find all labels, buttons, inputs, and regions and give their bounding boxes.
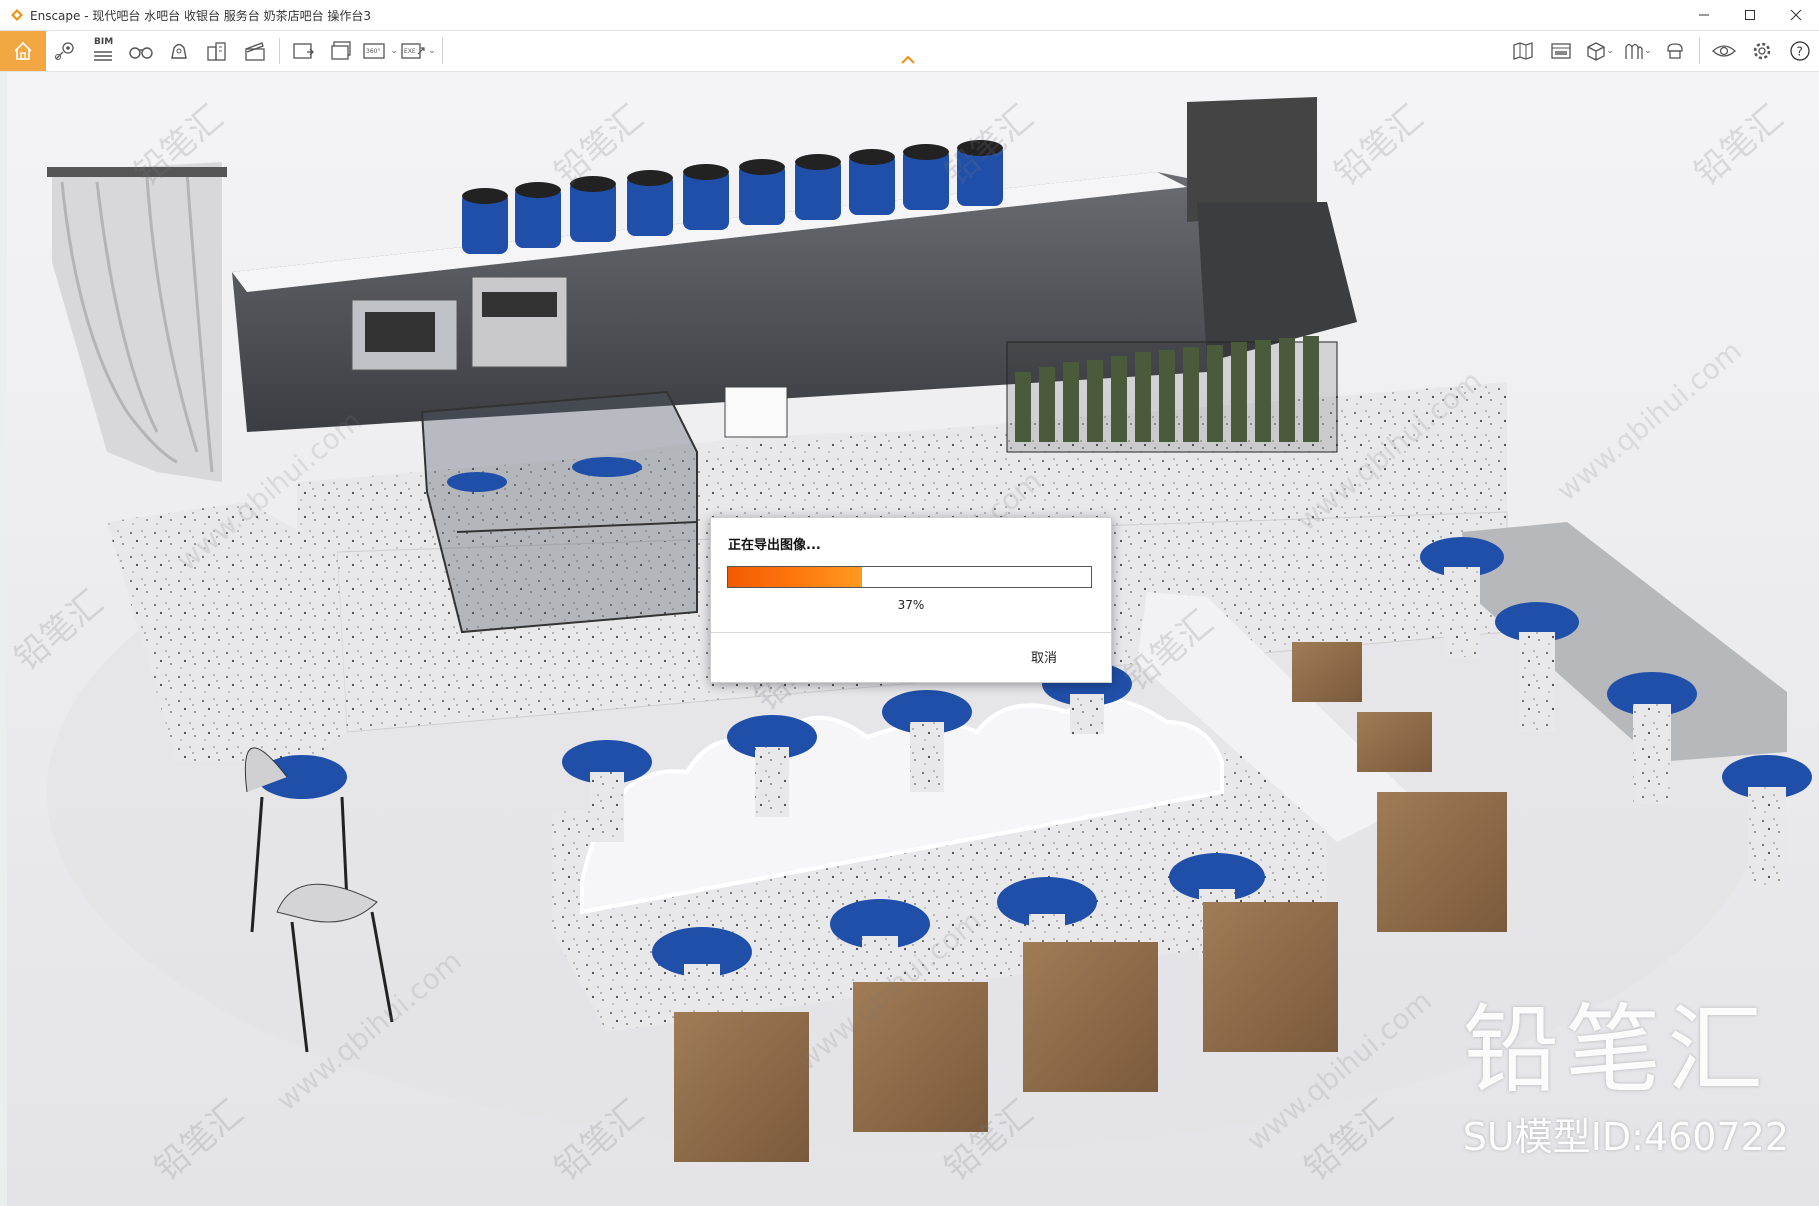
bell-icon	[171, 43, 187, 59]
export-exe-icon: EXE	[401, 43, 425, 59]
close-icon	[1790, 9, 1802, 21]
video-editor-button[interactable]	[1542, 31, 1580, 71]
chevron-down-icon: ⌄	[428, 46, 436, 56]
cube-icon	[1587, 42, 1605, 61]
maximize-icon	[1745, 10, 1755, 20]
progress-percentage: 37%	[897, 598, 925, 612]
upload-button[interactable]	[1656, 31, 1694, 71]
binoculars-button[interactable]	[122, 31, 160, 71]
progress-bar	[727, 566, 1092, 588]
location-pin-icon	[55, 42, 74, 60]
model-id-watermark: SU模型ID:460722	[1462, 1115, 1789, 1159]
panorama-button[interactable]: 360° ⌄	[361, 31, 399, 71]
bim-button[interactable]: BIM	[84, 31, 122, 71]
batch-render-button[interactable]	[323, 31, 361, 71]
brand-watermark: 铅笔汇	[1463, 994, 1769, 1106]
svg-text:?: ?	[1797, 45, 1803, 59]
map-icon	[1513, 42, 1533, 60]
binoculars-icon	[129, 47, 153, 59]
panorama-icon: 360°	[363, 43, 385, 59]
settings-gear-icon	[1753, 42, 1771, 60]
dialog-title: 正在导出图像...	[728, 538, 821, 553]
asset-library-icon	[1625, 43, 1643, 59]
minimize-button[interactable]	[1681, 0, 1727, 30]
dialog-divider	[711, 632, 1111, 633]
collapse-toolbar-chevron-icon[interactable]	[900, 55, 916, 65]
coffee-machine	[471, 276, 568, 368]
render-image-button[interactable]	[285, 31, 323, 71]
home-button[interactable]	[0, 31, 46, 71]
maximize-button[interactable]	[1727, 0, 1773, 30]
progress-fill	[728, 567, 863, 587]
window-title: Enscape - 现代吧台 水吧台 收银台 服务台 奶茶店吧台 操作台3	[30, 8, 372, 23]
toolbar-divider	[1699, 38, 1700, 64]
chevron-down-icon: ⌄	[1644, 46, 1652, 56]
watermark-brand: 铅笔汇	[1687, 98, 1791, 194]
close-button[interactable]	[1773, 0, 1819, 30]
bim-label: BIM	[94, 37, 114, 47]
views-button[interactable]	[46, 31, 84, 71]
batch-render-icon	[331, 41, 351, 60]
enscape-window: Enscape - 现代吧台 水吧台 收银台 服务台 奶茶店吧台 操作台3 BI…	[0, 0, 1819, 1206]
cube-button[interactable]: ⌄	[1580, 31, 1618, 71]
exe-label: EXE	[404, 48, 416, 55]
help-icon: ?	[1790, 41, 1810, 61]
title-bar: Enscape - 现代吧台 水吧台 收银台 服务台 奶茶店吧台 操作台3	[0, 0, 1819, 31]
minimize-icon	[1699, 14, 1709, 16]
map-button[interactable]	[1504, 31, 1542, 71]
tea-jars	[1006, 336, 1338, 453]
toolbar-divider	[279, 38, 280, 64]
display-case	[420, 390, 698, 634]
buildings-icon	[207, 42, 226, 61]
watermark-brand: 铅笔汇	[7, 583, 111, 679]
visual-settings-button[interactable]	[1705, 31, 1743, 71]
toolbar: BIM 360° ⌄ EXE ⌄ ⌄ ⌄ ?	[0, 31, 1819, 72]
curtain	[47, 162, 227, 482]
chevron-down-icon: ⌄	[390, 46, 398, 56]
buildings-button[interactable]	[198, 31, 236, 71]
watermark-brand: 铅笔汇	[147, 1093, 251, 1189]
chevron-down-icon: ⌄	[1606, 46, 1614, 56]
video-button[interactable]	[236, 31, 274, 71]
toolbar-divider	[442, 38, 443, 64]
pos-terminal	[724, 386, 788, 438]
visual-settings-icon	[1712, 45, 1736, 57]
cancel-button[interactable]: 取消	[1031, 647, 1057, 666]
render-image-icon	[293, 43, 314, 59]
watermark-brand: 铅笔汇	[1327, 98, 1431, 194]
enscape-logo-icon	[11, 9, 23, 21]
export-progress-dialog: 正在导出图像... 37% 取消	[710, 517, 1112, 683]
help-button[interactable]: ?	[1781, 31, 1819, 71]
clapperboard-icon	[245, 42, 265, 61]
panorama-label: 360°	[366, 48, 380, 55]
watermark-url: www.qbihui.com	[1550, 334, 1748, 507]
video-editor-icon	[1551, 43, 1571, 59]
hood-body	[1197, 202, 1357, 362]
home-icon	[14, 41, 32, 60]
export-exe-button[interactable]: EXE ⌄	[399, 31, 437, 71]
upload-icon	[1667, 43, 1683, 59]
atmosphere-button[interactable]	[160, 31, 198, 71]
asset-library-button[interactable]: ⌄	[1618, 31, 1656, 71]
settings-button[interactable]	[1743, 31, 1781, 71]
